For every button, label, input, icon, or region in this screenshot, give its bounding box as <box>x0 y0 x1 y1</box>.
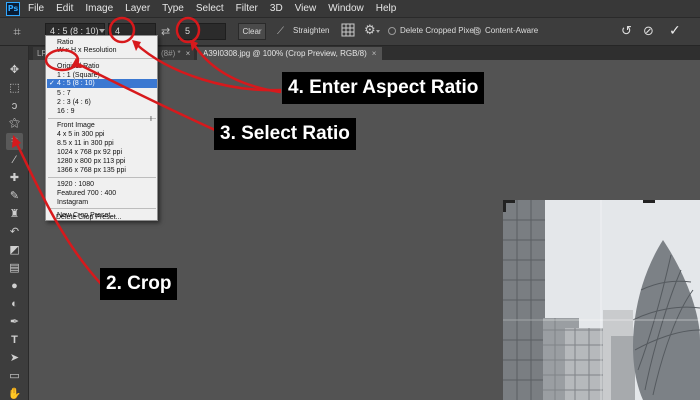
type-tool-icon[interactable]: T <box>6 331 23 348</box>
gradient-tool-icon[interactable]: ▤ <box>6 259 23 276</box>
menu-edit[interactable]: Edit <box>56 3 73 14</box>
separator <box>48 208 156 209</box>
gear-icon[interactable]: ⚙ <box>364 22 376 38</box>
crop-handle[interactable] <box>503 200 506 212</box>
menu-3d[interactable]: 3D <box>270 3 283 14</box>
magic-wand-tool-icon[interactable]: ⚝ <box>6 115 23 132</box>
menu-type[interactable]: Type <box>162 3 184 14</box>
menu-bar: Ps File Edit Image Layer Type Select Fil… <box>0 0 700 18</box>
menu-filter[interactable]: Filter <box>236 3 258 14</box>
content-aware-checkbox[interactable] <box>473 27 481 35</box>
chevron-down-icon[interactable] <box>376 30 380 33</box>
dropdown-item[interactable]: 8.5 x 11 in 300 ppi <box>57 139 114 148</box>
document-tab[interactable]: (8#) * × <box>157 47 195 60</box>
chevron-down-icon[interactable] <box>99 29 105 33</box>
dropdown-item[interactable]: 16 : 9 <box>57 107 75 116</box>
height-input[interactable]: 5 <box>178 23 226 40</box>
step-3-callout: 3. Select Ratio <box>214 118 356 150</box>
close-icon[interactable]: × <box>372 49 377 58</box>
blur-tool-icon[interactable]: ● <box>6 277 23 294</box>
move-tool-icon[interactable]: ✥ <box>6 61 23 78</box>
clear-button[interactable]: Clear <box>238 23 266 40</box>
separator <box>48 118 156 119</box>
straighten-icon[interactable]: ⟋ <box>277 26 284 37</box>
step-2-callout: 2. Crop <box>100 268 178 300</box>
menu-image[interactable]: Image <box>85 3 113 14</box>
dropdown-item[interactable]: 1366 x 768 px 135 ppi <box>57 166 126 175</box>
dropdown-item[interactable]: Delete Crop Preset... <box>56 213 121 222</box>
close-icon[interactable]: × <box>186 49 191 58</box>
cancel-icon[interactable]: ⊘ <box>643 23 654 39</box>
reset-icon[interactable]: ↺ <box>621 23 632 39</box>
healing-brush-tool-icon[interactable]: ✚ <box>6 169 23 186</box>
delete-cropped-pixels-label: Delete Cropped Pixels <box>400 26 480 35</box>
menu-help[interactable]: Help <box>376 3 397 14</box>
hand-tool-icon[interactable]: ✋ <box>6 385 23 400</box>
city-skyline-photo <box>503 200 700 400</box>
tab-label: (8#) * <box>161 49 181 58</box>
menu-layer[interactable]: Layer <box>125 3 150 14</box>
document-tab-active[interactable]: A39I0308.jpg @ 100% (Crop Preview, RGB/8… <box>197 47 383 60</box>
dropdown-item[interactable]: Original Ratio <box>57 62 99 71</box>
grid-overlay-icon[interactable] <box>341 23 355 37</box>
pen-tool-icon[interactable]: ✒ <box>6 313 23 330</box>
dodge-tool-icon[interactable]: ◐ <box>6 295 23 312</box>
crop-preview-image[interactable] <box>503 200 700 400</box>
brush-tool-icon[interactable]: ✎ <box>6 187 23 204</box>
toolbox: ✥ ⬚ ↄ ⚝ ⌗ ⁄ ✚ ✎ ♜ ↶ ◩ ▤ ● ◐ ✒ T ➤ ▭ ✋ <box>0 46 29 400</box>
commit-checkmark-icon[interactable]: ✓ <box>669 22 681 39</box>
dropdown-item[interactable]: Instagram <box>57 198 88 207</box>
crop-tool-icon[interactable]: ⌗ <box>6 133 23 150</box>
swap-dimensions-icon[interactable]: ⇄ <box>161 25 170 38</box>
menu-select[interactable]: Select <box>196 3 224 14</box>
text-cursor-icon: I <box>150 116 152 123</box>
dropdown-item[interactable]: W x H x Resolution <box>57 46 117 55</box>
straighten-label[interactable]: Straighten <box>293 26 329 35</box>
dropdown-item-selected[interactable]: 4 : 5 (8 : 10) <box>57 79 95 88</box>
content-aware-label: Content-Aware <box>485 26 539 35</box>
step-4-callout: 4. Enter Aspect Ratio <box>282 72 485 104</box>
menu-window[interactable]: Window <box>328 3 364 14</box>
clone-stamp-tool-icon[interactable]: ♜ <box>6 205 23 222</box>
menu-view[interactable]: View <box>295 3 317 14</box>
dropdown-item[interactable]: 1920 : 1080 <box>57 180 94 189</box>
history-brush-tool-icon[interactable]: ↶ <box>6 223 23 240</box>
dropdown-item[interactable]: Featured 700 : 400 <box>57 189 116 198</box>
dropdown-item[interactable]: Front Image <box>57 121 95 130</box>
dropdown-item[interactable]: 4 x 5 in 300 ppi <box>57 130 104 139</box>
separator <box>48 58 156 59</box>
delete-cropped-pixels-checkbox[interactable] <box>388 27 396 35</box>
dropdown-item[interactable]: 2 : 3 (4 : 6) <box>57 98 91 107</box>
path-selection-tool-icon[interactable]: ➤ <box>6 349 23 366</box>
lasso-tool-icon[interactable]: ↄ <box>6 97 23 114</box>
separator <box>48 177 156 178</box>
tab-label: A39I0308.jpg @ 100% (Crop Preview, RGB/8… <box>203 49 367 58</box>
eyedropper-tool-icon[interactable]: ⁄ <box>6 151 23 168</box>
eraser-tool-icon[interactable]: ◩ <box>6 241 23 258</box>
dropdown-item[interactable]: 1024 x 768 px 92 ppi <box>57 148 122 157</box>
photoshop-logo: Ps <box>6 1 20 16</box>
crop-tool-preset-icon[interactable]: ⌗ <box>8 23 26 41</box>
crop-handle[interactable] <box>643 200 655 203</box>
dropdown-item[interactable]: 1280 x 800 px 113 ppi <box>57 157 125 166</box>
dropdown-item[interactable]: 5 : 7 <box>57 89 71 98</box>
rectangle-tool-icon[interactable]: ▭ <box>6 367 23 384</box>
marquee-tool-icon[interactable]: ⬚ <box>6 79 23 96</box>
checkmark-icon: ✓ <box>49 80 55 87</box>
menu-file[interactable]: File <box>28 3 44 14</box>
ratio-dropdown-menu: Ratio W x H x Resolution Original Ratio … <box>45 35 158 221</box>
